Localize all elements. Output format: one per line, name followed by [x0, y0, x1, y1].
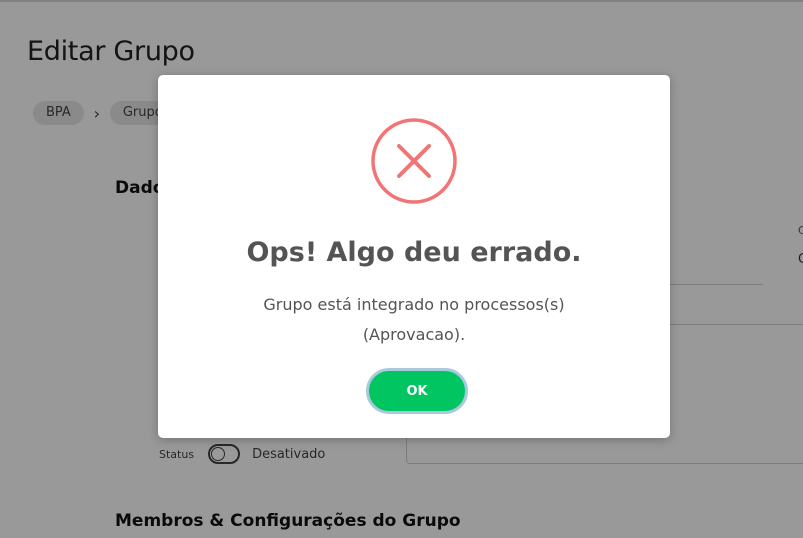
- modal-message: Grupo está integrado no processos(s) (Ap…: [263, 295, 565, 344]
- error-modal: Ops! Algo deu errado. Grupo está integra…: [158, 75, 670, 438]
- error-x-icon: [371, 118, 457, 204]
- ok-button[interactable]: OK: [366, 368, 468, 414]
- modal-title: Ops! Algo deu errado.: [246, 237, 582, 268]
